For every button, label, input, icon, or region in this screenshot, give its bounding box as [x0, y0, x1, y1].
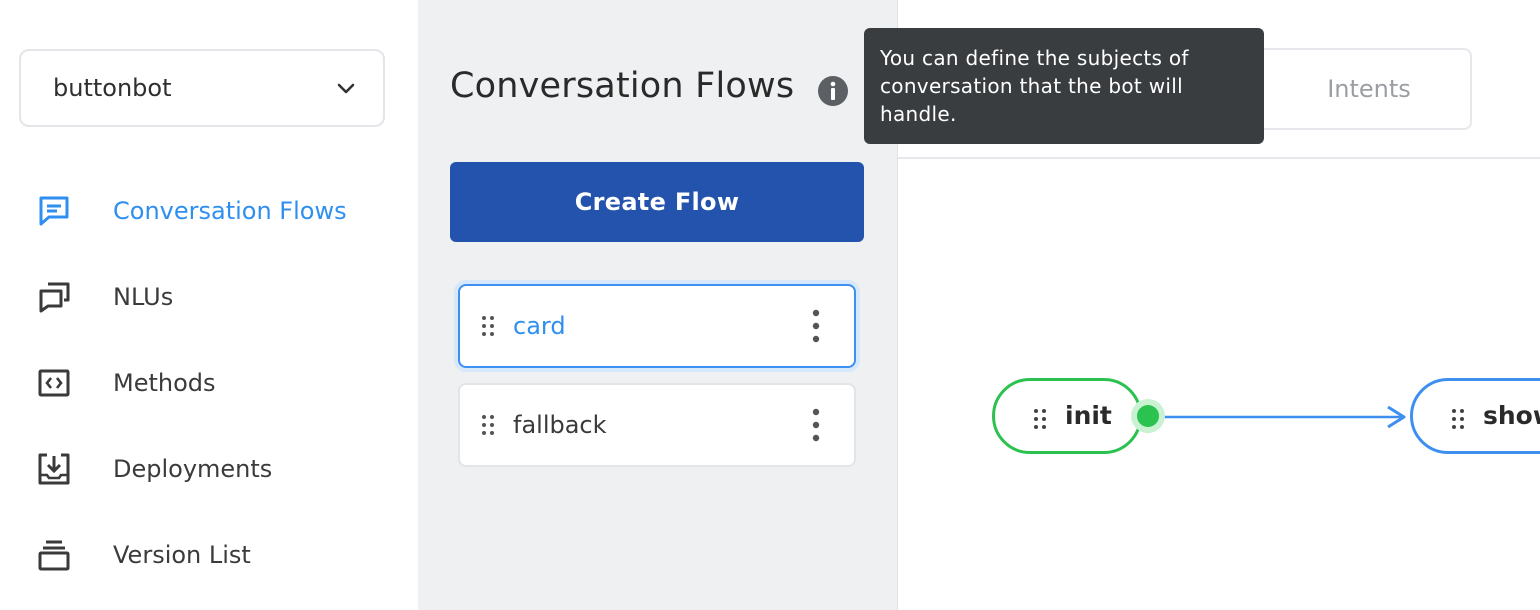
sidebar-item-label: Methods: [113, 369, 216, 397]
flow-list-item[interactable]: fallback: [458, 383, 856, 467]
node-label: show: [1483, 401, 1540, 430]
drag-handle-icon[interactable]: [479, 413, 497, 437]
flow-label: fallback: [513, 411, 607, 439]
more-vertical-icon[interactable]: [810, 308, 822, 344]
bot-selector-value: buttonbot: [53, 74, 172, 102]
stack-layers-icon: [36, 537, 72, 573]
chat-bubble-icon: [36, 193, 72, 229]
sidebar-item-methods[interactable]: Methods: [36, 361, 396, 405]
sidebar-item-label: Deployments: [113, 455, 273, 483]
code-brackets-icon: [36, 365, 72, 401]
node-label: init: [1065, 401, 1112, 430]
sidebar-item-label: Conversation Flows: [113, 197, 347, 225]
sidebar-item-deployments[interactable]: Deployments: [36, 447, 396, 491]
drag-handle-icon[interactable]: [1031, 407, 1049, 431]
create-flow-button[interactable]: Create Flow: [450, 162, 864, 242]
more-vertical-icon[interactable]: [810, 407, 822, 443]
info-icon[interactable]: [817, 75, 849, 107]
sidebar-item-label: Version List: [113, 541, 251, 569]
flow-label: card: [513, 312, 566, 340]
flow-node-show[interactable]: show: [1410, 378, 1540, 454]
drag-handle-icon[interactable]: [1449, 407, 1467, 431]
sidebar: buttonbot Conversation Flows NLUs Method…: [0, 0, 418, 610]
chevron-down-icon: [337, 83, 355, 94]
sidebar-item-conversation-flows[interactable]: Conversation Flows: [36, 189, 396, 233]
info-tooltip: You can define the subjects of conversat…: [864, 28, 1264, 144]
node-output-port[interactable]: [1130, 398, 1166, 434]
download-tray-icon: [36, 451, 72, 487]
sidebar-item-version-list[interactable]: Version List: [36, 533, 396, 577]
bot-selector-dropdown[interactable]: buttonbot: [19, 49, 385, 127]
flow-edge-arrow: [1160, 405, 1406, 429]
sidebar-item-nlus[interactable]: NLUs: [36, 275, 396, 319]
page-title: Conversation Flows: [450, 66, 795, 106]
sidebar-item-label: NLUs: [113, 283, 174, 311]
drag-handle-icon[interactable]: [479, 314, 497, 338]
flows-panel: Conversation Flows Create Flow card fall…: [418, 0, 898, 610]
flow-list-item[interactable]: card: [458, 284, 856, 368]
stacked-chat-icon: [36, 279, 72, 315]
flow-node-init[interactable]: init: [992, 378, 1142, 454]
